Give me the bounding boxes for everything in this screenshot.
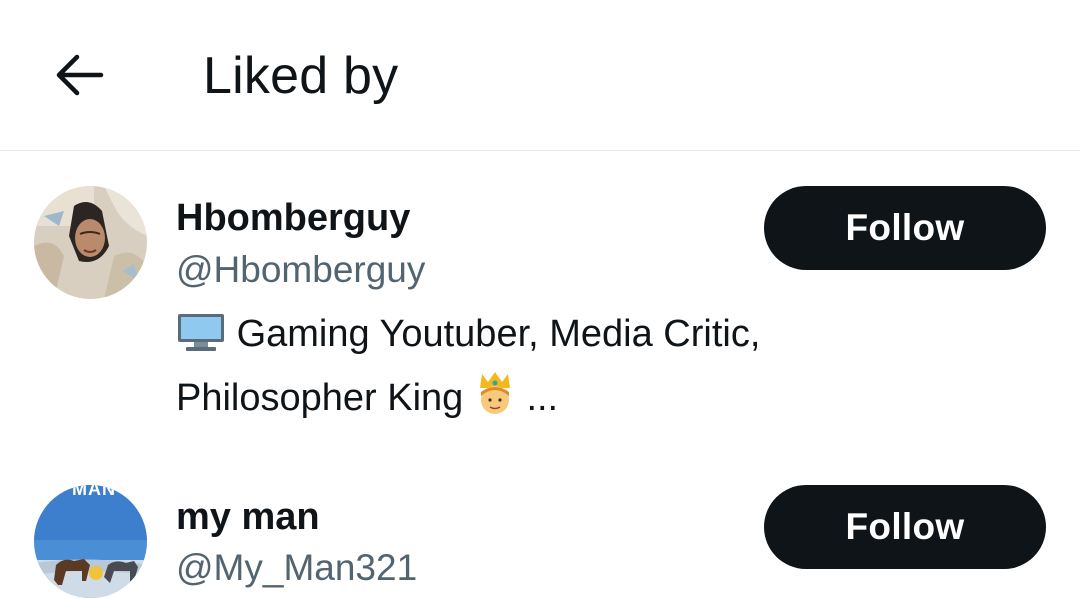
list-item[interactable]: Hbomberguy @Hbomberguy Gaming Youtuber, … <box>0 151 1080 441</box>
avatar[interactable] <box>34 186 147 299</box>
user-bio: Gaming Youtuber, Media Critic, Philosoph… <box>176 305 936 433</box>
page-title: Liked by <box>203 47 399 105</box>
avatar[interactable]: MAN <box>34 485 147 598</box>
follow-button[interactable]: Follow <box>764 485 1046 569</box>
user-handle[interactable]: @My_Man321 <box>176 545 417 591</box>
user-name[interactable]: my man <box>176 494 320 540</box>
user-name[interactable]: Hbomberguy <box>176 195 410 241</box>
top-bar: Liked by <box>0 0 1080 151</box>
back-button[interactable] <box>44 40 114 110</box>
user-handle[interactable]: @Hbomberguy <box>176 247 425 293</box>
desktop-computer-emoji <box>176 311 226 369</box>
arrow-left-icon <box>56 54 104 96</box>
bio-line-1: Gaming Youtuber, Media Critic, <box>236 313 761 355</box>
prince-emoji <box>474 370 516 433</box>
follow-button[interactable]: Follow <box>764 186 1046 270</box>
list-item[interactable]: MAN my man @My_Man321 Follow <box>0 441 1080 599</box>
bio-ellipsis: ... <box>526 377 559 419</box>
avatar-text: MAN <box>72 485 116 499</box>
bio-line-2: Philosopher King <box>176 377 464 419</box>
